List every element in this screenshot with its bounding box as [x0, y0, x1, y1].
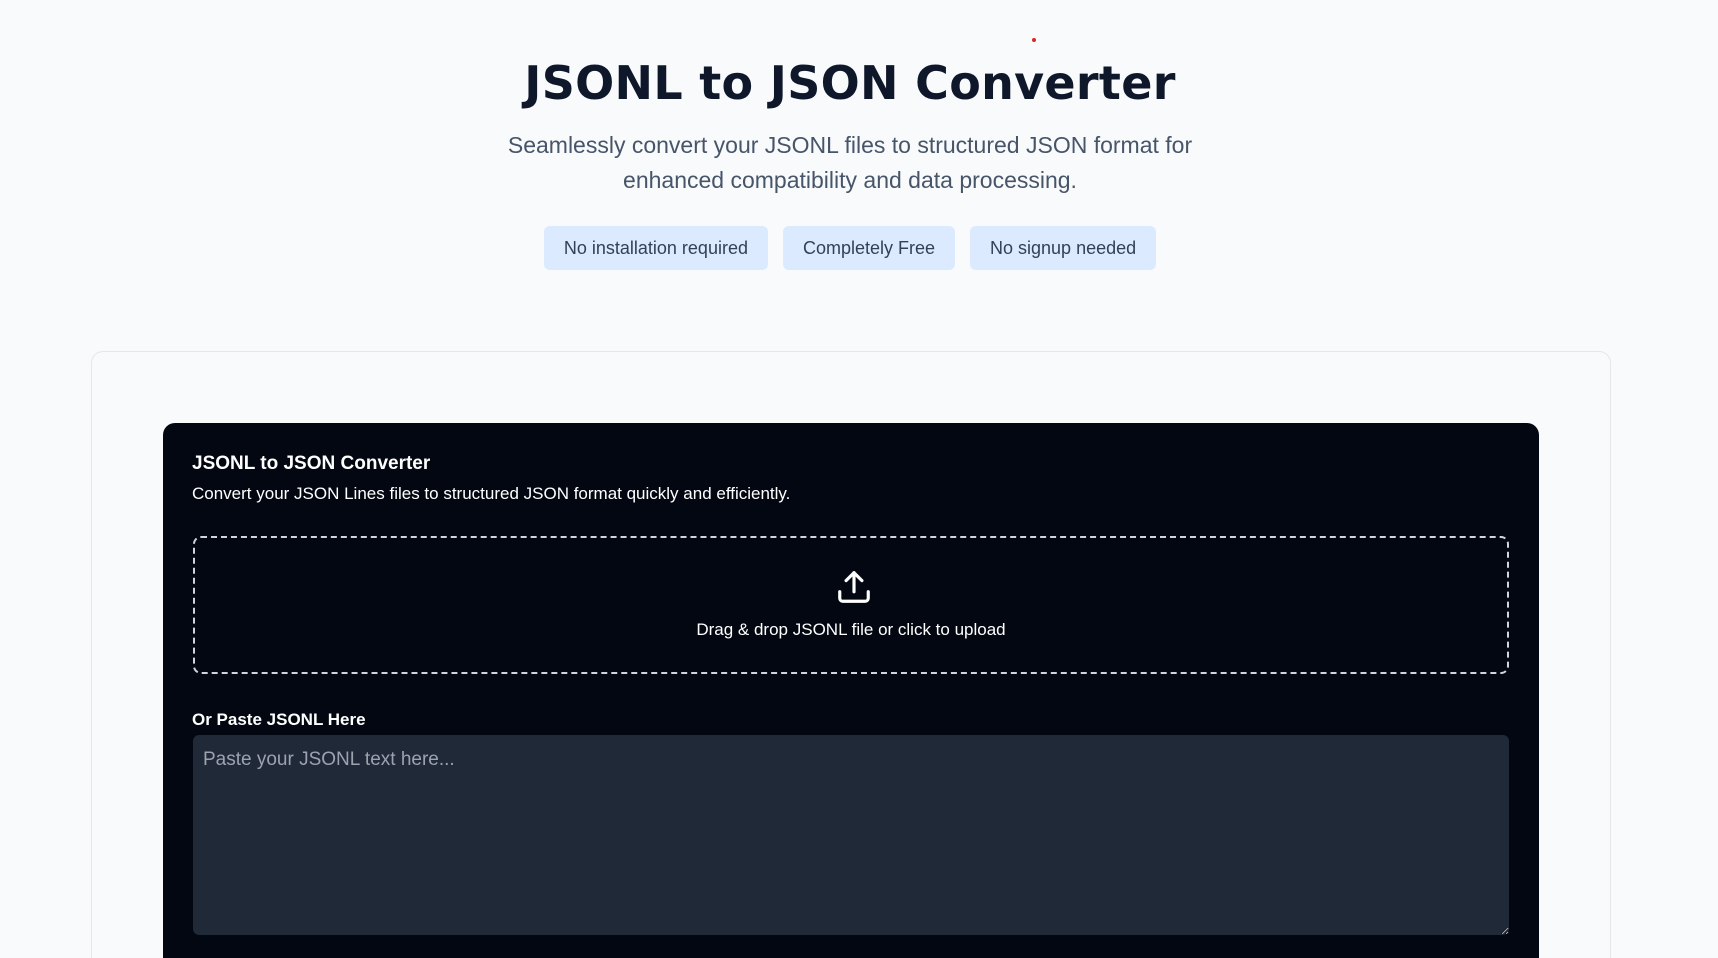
file-dropzone[interactable]: Drag & drop JSONL file or click to uploa…: [193, 536, 1509, 674]
badge-no-installation: No installation required: [543, 226, 768, 270]
upload-icon: [838, 571, 870, 603]
page: JSONL to JSON Converter Seamlessly conve…: [0, 0, 1718, 958]
badge-completely-free: Completely Free: [782, 226, 956, 270]
paste-label: Or Paste JSONL Here: [192, 710, 366, 729]
red-dot-marker: [1032, 38, 1036, 42]
converter-tool-card: JSONL to JSON Converter Convert your JSO…: [163, 423, 1539, 958]
tool-title: JSONL to JSON Converter: [192, 453, 431, 474]
dropzone-text: Drag & drop JSONL file or click to uploa…: [696, 620, 1006, 639]
tool-description: Convert your JSON Lines files to structu…: [192, 484, 791, 503]
jsonl-paste-textarea[interactable]: [193, 735, 1509, 935]
badge-no-signup: No signup needed: [970, 226, 1157, 270]
feature-badges: No installation required Completely Free…: [0, 226, 1700, 270]
page-subtitle: Seamlessly convert your JSONL files to s…: [507, 132, 1193, 193]
page-title: JSONL to JSON Converter: [524, 56, 1176, 110]
